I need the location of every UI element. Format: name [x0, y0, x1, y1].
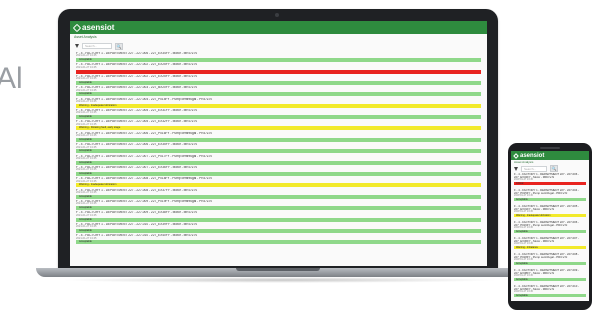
- filter-icon[interactable]: [514, 166, 518, 171]
- status-bar: Critical: [76, 69, 481, 74]
- status-bar: Warning - Rotating fault, early stage: [76, 126, 481, 131]
- status-bar: Warning - Imbalance: [514, 245, 586, 250]
- status-bar: Acceptable: [76, 160, 481, 165]
- list-item[interactable]: F - 4 - FACTORY 1 - DEPARTMENT 227 - 227…: [76, 177, 481, 188]
- list-item[interactable]: F - 4 - FACTORY 1 - DEPARTMENT 227 - 227…: [514, 205, 586, 221]
- phone-screen: asensiot Asset Analysis Search... 🔍 F - …: [511, 151, 589, 301]
- status-bar: Acceptable: [514, 293, 586, 298]
- list-item[interactable]: F - 4 - FACTORY 1 - DEPARTMENT 227 - 227…: [514, 285, 586, 301]
- status-bar: Acceptable: [76, 217, 481, 222]
- status-bar: Acceptable: [76, 92, 481, 97]
- status-bar: Critical: [514, 181, 586, 186]
- status-bar: Acceptable: [76, 137, 481, 142]
- phone-search-button[interactable]: 🔍: [550, 165, 558, 172]
- list-item[interactable]: F - 4 - FACTORY 1 - DEPARTMENT 227 - 227…: [76, 109, 481, 120]
- list-item[interactable]: F - 4 - FACTORY 1 - DEPARTMENT 227 - 227…: [76, 166, 481, 177]
- list-item[interactable]: F - 4 - FACTORY 1 - DEPARTMENT 227 - 227…: [76, 132, 481, 143]
- list-item[interactable]: F - 4 - FACTORY 1 - DEPARTMENT 227 - 227…: [514, 173, 586, 189]
- list-item[interactable]: F - 4 - FACTORY 1 - DEPARTMENT 227 - 227…: [76, 189, 481, 200]
- list-item[interactable]: F - 4 - FACTORY 1 - DEPARTMENT 227 - 227…: [76, 75, 481, 86]
- asensiot-logo-icon: [513, 152, 519, 159]
- status-bar: Acceptable: [76, 172, 481, 177]
- status-bar: Acceptable: [76, 115, 481, 120]
- brand-name: asensiot: [82, 23, 115, 32]
- toolbar: Search... 🔍: [70, 40, 487, 52]
- phone-search-input[interactable]: Search...: [521, 165, 547, 172]
- status-bar: Acceptable: [514, 261, 586, 266]
- phone-brand-name: asensiot: [520, 152, 545, 159]
- list-item[interactable]: F - 4 - FACTORY 1 - DEPARTMENT 227 - 227…: [76, 120, 481, 131]
- list-item[interactable]: F - 4 - FACTORY 1 - DEPARTMENT 227 - 227…: [514, 221, 586, 237]
- list-item[interactable]: F - 4 - FACTORY 1 - DEPARTMENT 227 - 227…: [76, 98, 481, 109]
- search-input[interactable]: Search...: [82, 43, 112, 49]
- status-bar: Acceptable: [76, 240, 481, 245]
- status-bar: Warning - Inadequate lubrication: [76, 103, 481, 108]
- app-header: asensiot: [70, 21, 487, 34]
- phone-toolbar: Search... 🔍: [511, 164, 589, 173]
- status-bar: Warning - Inadequate lubrication: [514, 213, 586, 218]
- list-item[interactable]: F - 4 - FACTORY 1 - DEPARTMENT 227 - 227…: [514, 189, 586, 205]
- list-item[interactable]: F - 4 - FACTORY 1 - DEPARTMENT 227 - 227…: [76, 52, 481, 63]
- list-item[interactable]: F - 4 - FACTORY 1 - DEPARTMENT 227 - 227…: [514, 237, 586, 253]
- laptop-camera: [275, 13, 279, 17]
- list-item[interactable]: F - 4 - FACTORY 1 - DEPARTMENT 227 - 227…: [76, 223, 481, 234]
- status-bar: Acceptable: [76, 149, 481, 154]
- status-bar: Acceptable: [76, 194, 481, 199]
- phone-app-header: asensiot: [511, 151, 589, 160]
- list-item[interactable]: F - 4 - FACTORY 1 - DEPARTMENT 227 - 227…: [514, 253, 586, 269]
- list-item[interactable]: F - 4 - FACTORY 1 - DEPARTMENT 227 - 227…: [76, 86, 481, 97]
- status-bar: Acceptable: [76, 80, 481, 85]
- status-bar: Acceptable: [514, 229, 586, 234]
- asset-list: F - 4 - FACTORY 1 - DEPARTMENT 227 - 227…: [70, 52, 487, 246]
- status-bar: Acceptable: [76, 58, 481, 63]
- edge-text: Al: [0, 62, 23, 95]
- list-item[interactable]: F - 4 - FACTORY 1 - DEPARTMENT 227 - 227…: [76, 143, 481, 154]
- status-bar: Acceptable: [514, 277, 586, 282]
- list-item[interactable]: F - 4 - FACTORY 1 - DEPARTMENT 227 - 227…: [76, 234, 481, 245]
- asensiot-logo-icon: [72, 23, 82, 32]
- search-button[interactable]: 🔍: [115, 42, 123, 50]
- laptop-notch: [236, 268, 320, 271]
- list-item[interactable]: F - 4 - FACTORY 1 - DEPARTMENT 227 - 227…: [76, 155, 481, 166]
- status-bar: Acceptable: [76, 228, 481, 233]
- list-item[interactable]: F - 4 - FACTORY 1 - DEPARTMENT 227 - 227…: [76, 211, 481, 222]
- list-item[interactable]: F - 4 - FACTORY 1 - DEPARTMENT 227 - 227…: [76, 200, 481, 211]
- list-item[interactable]: F - 4 - FACTORY 1 - DEPARTMENT 227 - 227…: [76, 63, 481, 74]
- phone-speaker: [540, 147, 560, 149]
- status-bar: Warning - Inadequate lubrication: [76, 183, 481, 188]
- filter-icon[interactable]: [75, 44, 79, 48]
- laptop-shadow: [60, 277, 500, 283]
- laptop-screen: asensiot Asset Analysis Search... 🔍 F - …: [70, 21, 487, 266]
- list-item[interactable]: F - 4 - FACTORY 1 - DEPARTMENT 227 - 227…: [514, 269, 586, 285]
- status-bar: Acceptable: [76, 206, 481, 211]
- status-bar: Acceptable: [514, 197, 586, 202]
- phone-asset-list: F - 4 - FACTORY 1 - DEPARTMENT 227 - 227…: [511, 173, 589, 301]
